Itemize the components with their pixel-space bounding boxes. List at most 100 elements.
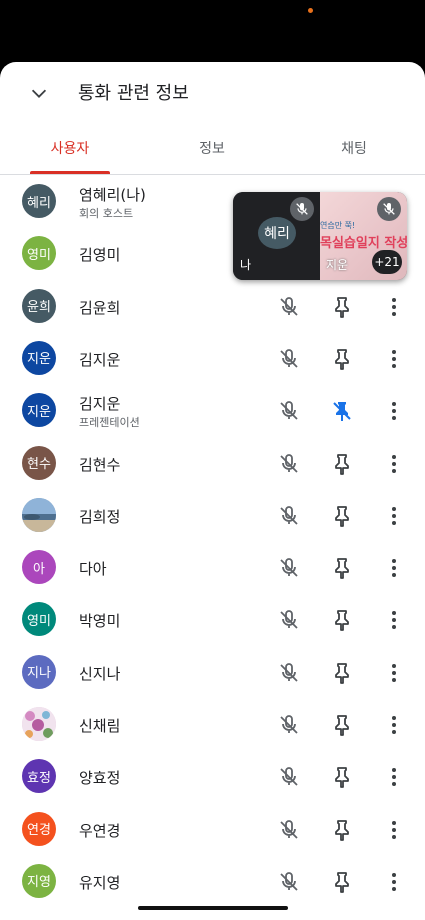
unpin-icon[interactable] [329,398,355,424]
pin-icon[interactable] [329,451,355,477]
chevron-down-icon [31,89,47,98]
status-bar [0,0,425,70]
avatar: 영미 [22,236,56,271]
avatar: 아 [22,550,56,585]
self-video-tile[interactable]: 혜리 나 [233,192,320,280]
avatar: 지운 [22,340,56,375]
participant-row[interactable]: 지운 김지운 [0,333,425,385]
presentation-text-large: 목실습일지 작성 [320,236,407,251]
participant-name: 신채림 [79,717,121,735]
self-tile-label: 나 [240,258,252,272]
mic-off-icon[interactable] [276,294,302,320]
participant-role: 회의 호스트 [79,207,134,220]
participant-name: 김희정 [79,507,121,526]
avatar [22,497,56,532]
avatar: 영미 [22,602,56,637]
avatar: 윤희 [22,288,56,323]
more-vert-icon[interactable] [381,346,407,372]
mic-off-icon[interactable] [276,869,302,895]
camera-indicator-dot [308,8,313,13]
avatar: 지나 [22,654,56,689]
active-tab-indicator [30,171,110,174]
participant-name: 양효정 [79,769,121,788]
mic-off-icon[interactable] [276,451,302,477]
participant-row[interactable]: 현수 김현수 [0,438,425,490]
more-vert-icon[interactable] [381,607,407,633]
more-vert-icon[interactable] [381,869,407,895]
participant-name: 유지영 [79,873,121,892]
mic-off-icon [290,197,314,221]
participant-row[interactable]: 영미 박영미 [0,594,425,646]
collapse-button[interactable] [24,78,54,108]
participant-row[interactable]: 지영 유지영 [0,856,425,908]
pin-icon[interactable] [329,764,355,790]
participant-row[interactable]: 연경 우연경 [0,804,425,856]
sheet-header: 통화 관련 정보 [0,62,425,124]
pin-icon[interactable] [329,346,355,372]
participant-name: 신지나 [79,664,121,683]
avatar: 현수 [22,445,56,480]
mic-off-icon[interactable] [276,712,302,738]
avatar: 혜리 [22,184,56,218]
more-vert-icon[interactable] [381,451,407,477]
more-vert-icon[interactable] [381,660,407,686]
avatar [22,707,56,741]
mic-off-icon[interactable] [276,503,302,529]
mic-off-icon[interactable] [276,346,302,372]
participant-row[interactable]: 효정 양효정 [0,751,425,803]
more-participants-count: +21 [372,250,402,274]
more-vert-icon[interactable] [381,764,407,790]
more-vert-icon[interactable] [381,817,407,843]
participant-row[interactable]: 아 다아 [0,542,425,594]
participant-row[interactable]: 김희정 [0,490,425,542]
participant-name: 다아 [79,560,107,579]
participant-name: 김지운 [79,395,121,414]
more-vert-icon[interactable] [381,555,407,581]
video-preview[interactable]: 혜리 나 연습만 쭉! 목실습일지 작성 지운 +21 [233,192,407,280]
mic-off-icon[interactable] [276,607,302,633]
participant-name: 박영미 [79,612,121,631]
mic-off-icon[interactable] [276,764,302,790]
presentation-text-small: 연습만 쭉! [320,221,356,230]
pin-icon[interactable] [329,607,355,633]
participant-row[interactable]: 지나 신지나 [0,647,425,699]
pin-icon[interactable] [329,869,355,895]
avatar: 효정 [22,759,56,794]
participant-name: 김영미 [79,246,121,265]
more-vert-icon[interactable] [381,398,407,424]
presenter-video-tile[interactable]: 연습만 쭉! 목실습일지 작성 지운 +21 [320,192,407,280]
participant-row[interactable]: 지운 김지운프레젠테이션 [0,385,425,437]
avatar: 지운 [22,393,56,428]
pin-icon[interactable] [329,555,355,581]
pin-icon[interactable] [329,712,355,738]
presenter-tile-label: 지운 [326,258,349,272]
more-vert-icon[interactable] [381,294,407,320]
sheet-title: 통화 관련 정보 [78,83,189,104]
avatar: 연경 [22,811,56,846]
participant-role: 프레젠테이션 [79,416,140,430]
tab-people[interactable]: 사용자 [30,138,110,158]
pin-icon[interactable] [329,817,355,843]
tab-info[interactable]: 정보 [172,138,252,158]
participant-name: 염혜리(나) [79,186,146,204]
pin-icon[interactable] [329,294,355,320]
call-info-sheet: 통화 관련 정보 사용자 정보 채팅 혜리 염혜리(나) 회의 호스트영미 김영미윤희… [0,62,425,920]
participant-name: 김현수 [79,455,121,474]
mic-off-icon[interactable] [276,660,302,686]
more-vert-icon[interactable] [381,712,407,738]
mic-off-icon[interactable] [276,555,302,581]
pin-icon[interactable] [329,503,355,529]
home-indicator[interactable] [138,906,288,910]
mic-off-icon [377,197,401,221]
pin-icon[interactable] [329,660,355,686]
participant-row[interactable]: 윤희 김윤희 [0,281,425,333]
mic-off-icon[interactable] [276,817,302,843]
more-vert-icon[interactable] [381,503,407,529]
avatar: 지영 [22,863,56,898]
self-avatar: 혜리 [258,217,296,249]
mic-off-icon[interactable] [276,398,302,424]
tab-chat[interactable]: 채팅 [314,138,394,158]
participant-row[interactable]: 신채림 [0,699,425,751]
tab-bar: 사용자 정보 채팅 [0,128,425,175]
participant-name: 김지운 [79,350,121,369]
